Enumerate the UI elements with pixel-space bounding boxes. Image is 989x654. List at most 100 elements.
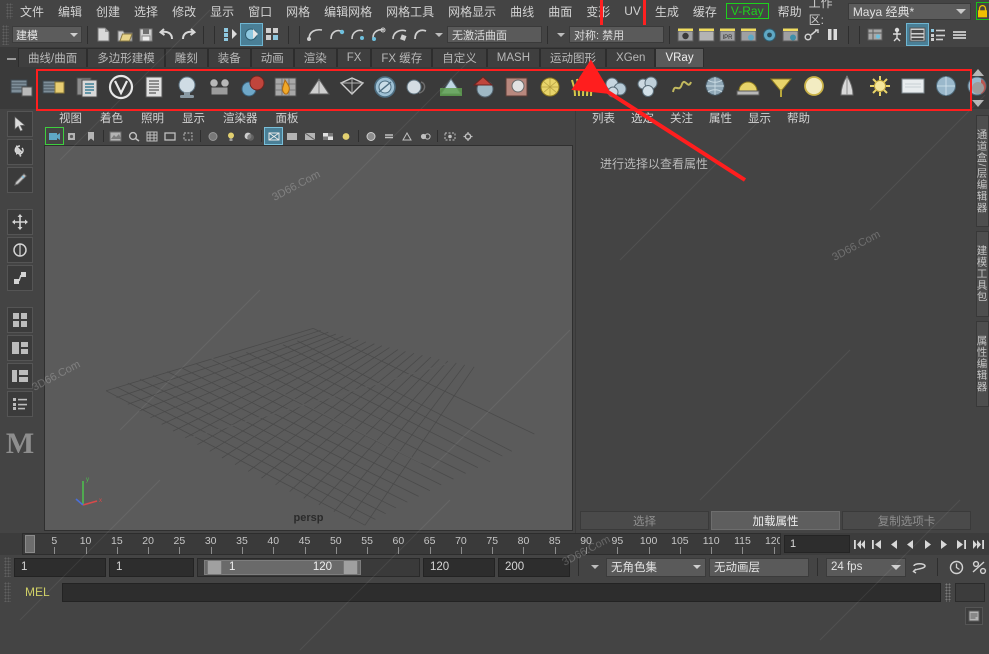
vray-log-shelf-button[interactable]: [138, 71, 169, 105]
vray-fire-shelf-button[interactable]: [270, 71, 301, 105]
vray-fog-shelf-button[interactable]: [435, 71, 466, 105]
ae-select-button[interactable]: 选择: [580, 511, 709, 530]
vray-dome-light-shelf-button[interactable]: [732, 71, 763, 105]
shelf-tab-rendering[interactable]: 渲染: [294, 48, 337, 67]
vray-lens-effects-shelf-button[interactable]: [369, 71, 400, 105]
menu-set-select[interactable]: 建模: [12, 26, 82, 43]
layout-two-pane-button[interactable]: [7, 335, 33, 361]
layout-outliner-button[interactable]: [7, 391, 33, 417]
menu-surfaces[interactable]: 曲面: [541, 1, 579, 22]
depth-of-field-button[interactable]: [416, 128, 433, 144]
range-slider-grip[interactable]: [4, 557, 11, 577]
render-settings-button[interactable]: [738, 24, 759, 45]
shelf-tab-fx[interactable]: FX: [337, 48, 372, 67]
menu-file[interactable]: 文件: [13, 1, 51, 22]
menubar-grip[interactable]: [6, 3, 13, 19]
render-view-button[interactable]: [780, 24, 801, 45]
command-resize-handle[interactable]: [945, 583, 951, 602]
scale-tool-button[interactable]: [7, 265, 33, 291]
vray-metaball-shelf-button[interactable]: [633, 71, 664, 105]
play-backwards-button[interactable]: [902, 535, 918, 553]
shaded-wireframe-button[interactable]: [301, 128, 318, 144]
side-tab-channel-box[interactable]: 通道盒/层编辑器: [976, 115, 989, 227]
vray-sphere-fade-shelf-button[interactable]: [534, 71, 565, 105]
paint-select-tool-button[interactable]: [7, 167, 33, 193]
step-forward-frame-button[interactable]: [936, 535, 952, 553]
shelf-tab-xgen[interactable]: XGen: [606, 48, 655, 67]
render-current-frame-button[interactable]: [675, 24, 696, 45]
smooth-shade-button[interactable]: [283, 128, 300, 144]
vray-proxy-shelf-button[interactable]: [699, 71, 730, 105]
open-scene-button[interactable]: [114, 24, 135, 45]
command-input[interactable]: [62, 583, 941, 602]
side-tab-attribute-editor[interactable]: 属性编辑器: [976, 321, 989, 407]
menu-mesh-display[interactable]: 网格显示: [441, 1, 503, 22]
anim-end-field[interactable]: 200: [498, 558, 570, 577]
lasso-tool-button[interactable]: [7, 139, 33, 165]
current-time-marker[interactable]: [25, 535, 35, 553]
shelf-tab-fx-cache[interactable]: FX 缓存: [371, 48, 432, 67]
range-left-grip[interactable]: [207, 560, 222, 575]
range-bar-handle[interactable]: 1 120: [204, 560, 361, 575]
multisample-aa-button[interactable]: [398, 128, 415, 144]
new-scene-button[interactable]: [93, 24, 114, 45]
shelf-tab-rigging[interactable]: 装备: [208, 48, 251, 67]
vray-frame-buffer-shelf-button[interactable]: [39, 71, 70, 105]
vray-ies-light-shelf-button[interactable]: [765, 71, 796, 105]
menu-edit-mesh[interactable]: 编辑网格: [317, 1, 379, 22]
two-dim-pan-zoom-button[interactable]: [125, 128, 142, 144]
irr-render-button[interactable]: [696, 24, 717, 45]
script-editor-button[interactable]: [965, 607, 983, 625]
film-gate-button[interactable]: [161, 128, 178, 144]
vray-sphere-light-shelf-button[interactable]: [798, 71, 829, 105]
shelf-menu-handle[interactable]: [4, 51, 18, 67]
viewport-menu-lighting[interactable]: 照明: [132, 109, 173, 127]
scroll-up-icon[interactable]: [972, 69, 984, 76]
range-start-field[interactable]: 1: [109, 558, 194, 577]
bookmarks-button[interactable]: [82, 128, 99, 144]
viewport-menu-show[interactable]: 显示: [173, 109, 214, 127]
resolution-gate-button[interactable]: [179, 128, 196, 144]
vray-mesh-light-shelf-button[interactable]: [831, 71, 862, 105]
shelf-tab-animation[interactable]: 动画: [251, 48, 294, 67]
range-bar[interactable]: 1 120: [197, 558, 420, 577]
ipr-render-button[interactable]: IPR: [717, 24, 738, 45]
shelf-tab-custom[interactable]: 自定义: [432, 48, 487, 67]
vray-vfb-history-shelf-button[interactable]: [72, 71, 103, 105]
snap-view-plane-button[interactable]: [389, 24, 410, 45]
vray-material-preview-shelf-button[interactable]: [171, 71, 202, 105]
shelf-tab-curves-surfaces[interactable]: 曲线/曲面: [18, 48, 87, 67]
snap-curve-button[interactable]: [305, 24, 326, 45]
viewport-menu-renderer[interactable]: 渲染器: [214, 109, 267, 127]
xray-button[interactable]: [204, 128, 221, 144]
shelf-tab-poly-modeling[interactable]: 多边形建模: [87, 48, 165, 67]
workspace-select[interactable]: Maya 经典*: [848, 3, 971, 20]
vray-logo-shelf-button[interactable]: [105, 71, 136, 105]
time-slider[interactable]: 5101520253035404550556065707580859095100…: [22, 533, 781, 555]
auto-key-button[interactable]: [946, 557, 966, 577]
save-scene-button[interactable]: [135, 24, 156, 45]
play-forwards-button[interactable]: [919, 535, 935, 553]
vray-sun-shelf-button[interactable]: [864, 71, 895, 105]
snap-grid-button[interactable]: [347, 24, 368, 45]
layout-single-button[interactable]: [7, 307, 33, 333]
menu-modify[interactable]: 修改: [165, 1, 203, 22]
select-camera-button[interactable]: [46, 128, 63, 144]
menu-help[interactable]: 帮助: [771, 1, 809, 22]
shelf-scroll-controls[interactable]: [970, 69, 986, 107]
snap-point-button[interactable]: [326, 24, 347, 45]
command-language-label[interactable]: MEL: [15, 585, 58, 599]
textured-button[interactable]: [319, 128, 336, 144]
vray-2sided-material-shelf-button[interactable]: [303, 71, 334, 105]
vray-clipper-shelf-button[interactable]: [600, 71, 631, 105]
fps-select[interactable]: 24 fps: [826, 558, 906, 577]
menu-select[interactable]: 选择: [127, 1, 165, 22]
menu-vray[interactable]: V-Ray: [726, 3, 769, 19]
range-right-grip[interactable]: [343, 560, 358, 575]
scroll-down-icon[interactable]: [972, 100, 984, 107]
shelf-tab-vray[interactable]: VRay: [655, 48, 703, 67]
chevron-down-icon[interactable]: [557, 33, 565, 37]
screen-space-ao-button[interactable]: [362, 128, 379, 144]
symmetry-field[interactable]: 对称: 禁用: [569, 26, 664, 43]
side-tab-modeling-toolkit[interactable]: 建模工具包: [976, 231, 989, 317]
